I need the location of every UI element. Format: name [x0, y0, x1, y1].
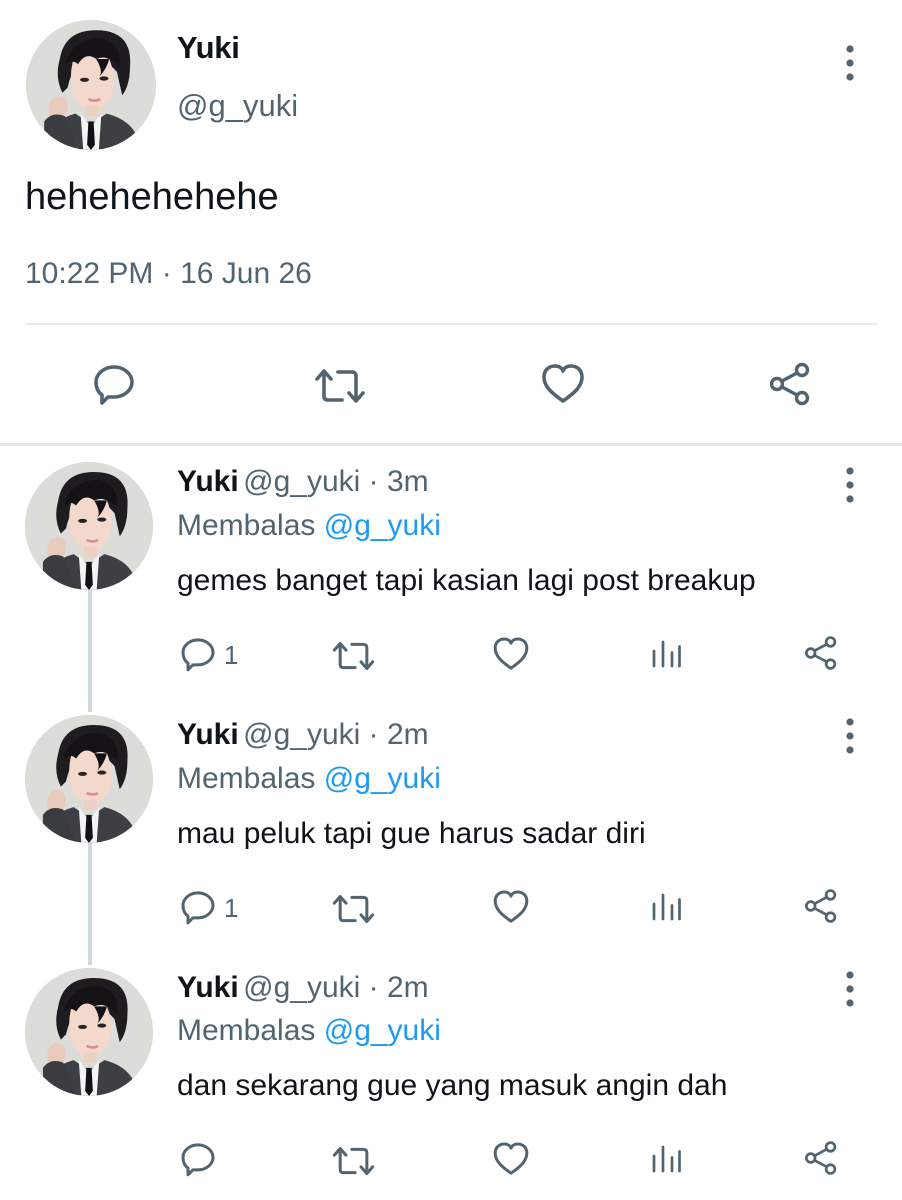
- reply-text: gemes banget tapi kasian lagi post break…: [177, 564, 756, 597]
- replying-to-mention[interactable]: @g_yuki: [324, 1014, 441, 1047]
- retweet-icon[interactable]: [330, 636, 377, 676]
- retweet-icon[interactable]: [330, 1141, 377, 1181]
- reply-avatar[interactable]: [25, 968, 153, 1096]
- thread-line: [88, 843, 92, 965]
- reply-count: 1: [224, 893, 239, 923]
- main-avatar[interactable]: [26, 20, 156, 150]
- reply-handle-time[interactable]: @g_yuki · 2m: [243, 971, 429, 1004]
- main-handle[interactable]: @g_yuki: [177, 88, 298, 124]
- share-icon[interactable]: [802, 887, 840, 925]
- reply-handle-time[interactable]: @g_yuki · 3m: [243, 465, 429, 498]
- share-icon[interactable]: [802, 634, 840, 672]
- comment-bubble-icon[interactable]: [178, 634, 218, 674]
- reply-display-name[interactable]: Yuki: [177, 465, 239, 498]
- replying-prefix: Membalas: [177, 1014, 316, 1047]
- reply-handle-time[interactable]: @g_yuki · 2m: [243, 718, 429, 751]
- more-vertical-icon[interactable]: [840, 465, 860, 505]
- reply-text: mau peluk tapi gue harus sadar diri: [177, 817, 646, 850]
- share-icon[interactable]: [766, 360, 814, 408]
- heart-icon[interactable]: [491, 1139, 531, 1179]
- more-vertical-icon[interactable]: [840, 716, 860, 756]
- reply-avatar[interactable]: [25, 715, 153, 843]
- reply-text: dan sekarang gue yang masuk angin dah: [177, 1069, 728, 1102]
- replying-to: Membalas @g_yuki: [177, 509, 441, 543]
- replying-to: Membalas @g_yuki: [177, 762, 441, 796]
- analytics-icon[interactable]: [648, 889, 684, 925]
- comment-bubble-icon[interactable]: [90, 360, 138, 408]
- main-tweet-text: hehehehehehe: [25, 176, 279, 218]
- reply-header: Yuki @g_yuki · 3m: [177, 465, 429, 499]
- heart-icon[interactable]: [491, 887, 531, 927]
- reply-display-name[interactable]: Yuki: [177, 971, 239, 1004]
- reply-count: 1: [224, 640, 239, 670]
- replying-to-mention[interactable]: @g_yuki: [324, 509, 441, 542]
- heart-icon[interactable]: [491, 634, 531, 674]
- more-vertical-icon[interactable]: [840, 969, 860, 1009]
- reply-avatar[interactable]: [25, 462, 153, 590]
- analytics-icon[interactable]: [648, 636, 684, 672]
- comment-bubble-icon[interactable]: [178, 1139, 218, 1179]
- share-icon[interactable]: [802, 1139, 840, 1177]
- section-divider: [0, 443, 902, 446]
- more-vertical-icon[interactable]: [840, 43, 860, 83]
- replying-to-mention[interactable]: @g_yuki: [324, 762, 441, 795]
- replying-prefix: Membalas: [177, 762, 316, 795]
- replying-prefix: Membalas: [177, 509, 316, 542]
- retweet-icon[interactable]: [312, 362, 368, 410]
- main-display-name[interactable]: Yuki: [177, 30, 240, 66]
- thread-line: [88, 590, 92, 712]
- reply-header: Yuki @g_yuki · 2m: [177, 971, 429, 1005]
- analytics-icon[interactable]: [648, 1141, 684, 1177]
- retweet-icon[interactable]: [330, 889, 377, 929]
- main-tweet-timestamp[interactable]: 10:22 PM · 16 Jun 26: [25, 257, 312, 291]
- comment-bubble-icon[interactable]: [178, 887, 218, 927]
- replying-to: Membalas @g_yuki: [177, 1014, 441, 1048]
- heart-icon[interactable]: [539, 360, 587, 408]
- divider: [25, 323, 877, 325]
- reply-display-name[interactable]: Yuki: [177, 718, 239, 751]
- reply-header: Yuki @g_yuki · 2m: [177, 718, 429, 752]
